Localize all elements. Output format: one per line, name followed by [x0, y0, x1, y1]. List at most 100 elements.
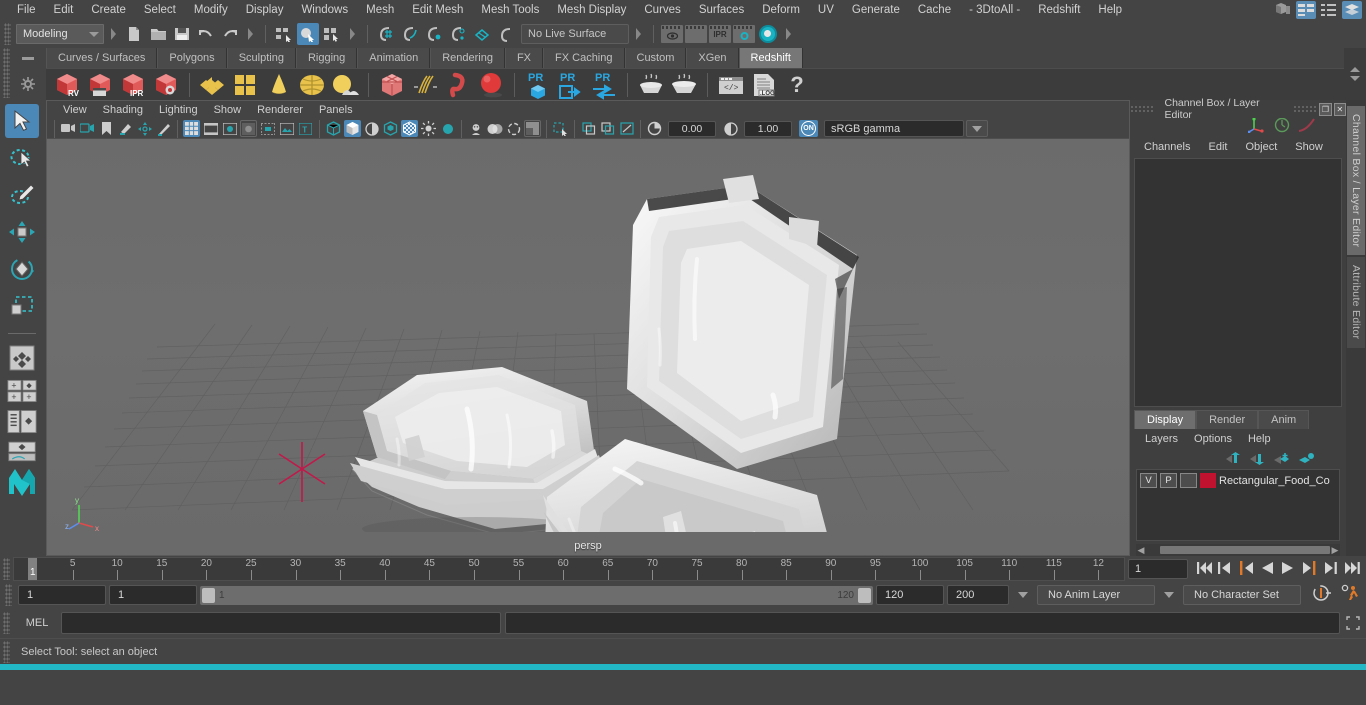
- redshift-bake-set-icon[interactable]: [669, 70, 699, 100]
- menu-item-3dtoall[interactable]: - 3DtoAll -: [960, 2, 1029, 18]
- expand-script-editor-icon[interactable]: [1340, 616, 1366, 630]
- restore-panel-icon[interactable]: ❐: [1319, 102, 1332, 116]
- new-scene-icon[interactable]: [123, 23, 145, 45]
- chevron-up-icon[interactable]: [1350, 67, 1360, 72]
- menu-item-cache[interactable]: Cache: [909, 2, 960, 18]
- menu-item-create[interactable]: Create: [82, 2, 135, 18]
- rotate-tool-icon[interactable]: [5, 252, 39, 286]
- layer-visibility-toggle[interactable]: V: [1140, 473, 1157, 488]
- menu-item-select[interactable]: Select: [135, 2, 185, 18]
- shelf-tab-sculpting[interactable]: Sculpting: [226, 48, 296, 68]
- animation-preferences-icon[interactable]: [1340, 584, 1360, 607]
- side-tab-attribute-editor[interactable]: Attribute Editor: [1347, 257, 1365, 348]
- channel-menu-edit[interactable]: Edit: [1200, 139, 1235, 155]
- new-layer-icon[interactable]: [1273, 452, 1289, 464]
- xray-joints-icon[interactable]: [580, 120, 597, 137]
- gamma-value-field[interactable]: 1.00: [744, 120, 792, 137]
- scale-tool-icon[interactable]: [5, 289, 39, 323]
- save-scene-icon[interactable]: [171, 23, 193, 45]
- shelf-tab-custom[interactable]: Custom: [624, 48, 687, 68]
- paint-select-tool-icon[interactable]: [5, 178, 39, 212]
- two-d-pan-zoom-icon[interactable]: [136, 120, 153, 137]
- range-start-handle[interactable]: [202, 587, 215, 603]
- statusline-grip[interactable]: [4, 23, 11, 45]
- select-hierarchy-icon[interactable]: [273, 23, 295, 45]
- step-forward-keyframe-icon[interactable]: [1323, 561, 1339, 577]
- layer-list-scrollbar[interactable]: ◀ ▶: [1136, 544, 1340, 556]
- play-forwards-icon[interactable]: [1281, 561, 1297, 577]
- panel-grip-right[interactable]: [1292, 104, 1318, 114]
- command-language-label[interactable]: MEL: [13, 617, 61, 629]
- menu-item-curves[interactable]: Curves: [635, 2, 689, 18]
- command-result-field[interactable]: [505, 612, 1340, 634]
- channel-menu-show[interactable]: Show: [1287, 139, 1331, 155]
- make-live-icon[interactable]: [495, 23, 517, 45]
- layer-playback-toggle[interactable]: P: [1160, 473, 1177, 488]
- textured-icon[interactable]: [382, 120, 399, 137]
- display-textures-icon[interactable]: [618, 120, 635, 137]
- viewport-menu-lighting[interactable]: Lighting: [151, 103, 206, 117]
- render-sequence-icon[interactable]: [685, 23, 707, 45]
- lasso-select-tool-icon[interactable]: [5, 141, 39, 175]
- select-camera-icon[interactable]: [60, 120, 77, 137]
- perspective-viewport[interactable]: y z x persp: [47, 139, 1129, 555]
- move-layer-up-icon[interactable]: [1225, 452, 1240, 464]
- redshift-matte-icon[interactable]: [231, 70, 261, 100]
- menu-item-edit[interactable]: Edit: [45, 2, 83, 18]
- move-tool-icon[interactable]: [5, 215, 39, 249]
- anim-layer-dropdown[interactable]: No Anim Layer: [1037, 585, 1155, 605]
- layer-tab-display[interactable]: Display: [1134, 410, 1197, 429]
- isolate-select-icon[interactable]: [524, 120, 541, 137]
- layer-shading-toggle[interactable]: [1180, 473, 1197, 488]
- layer-list[interactable]: V P Rectangular_Food_Co: [1136, 469, 1340, 541]
- layer-row[interactable]: V P Rectangular_Food_Co: [1140, 473, 1336, 488]
- menu-item-mesh[interactable]: Mesh: [357, 2, 403, 18]
- layer-tab-anim[interactable]: Anim: [1258, 410, 1310, 429]
- redshift-hair-icon[interactable]: [410, 70, 440, 100]
- statusline-divider-5[interactable]: [784, 25, 793, 43]
- hypershade-icon[interactable]: [757, 23, 779, 45]
- redshift-light-portal-icon[interactable]: [330, 70, 360, 100]
- last-tool-used-icon[interactable]: [5, 341, 39, 375]
- menu-set-dropdown[interactable]: Modeling: [16, 24, 104, 44]
- range-slider-grip[interactable]: [5, 584, 12, 606]
- playback-start-time-field[interactable]: 1: [109, 585, 197, 605]
- playback-end-time-field[interactable]: 120: [876, 585, 944, 605]
- outliner-icon[interactable]: [1319, 1, 1339, 19]
- step-forward-frame-icon[interactable]: [1302, 561, 1318, 577]
- shaded-wire-icon[interactable]: [363, 120, 380, 137]
- gate-mask-icon[interactable]: [240, 120, 257, 137]
- scrollbar-thumb[interactable]: [1160, 546, 1330, 554]
- menu-item-surfaces[interactable]: Surfaces: [690, 2, 753, 18]
- statusline-divider-1[interactable]: [109, 25, 118, 43]
- attribute-editor-icon[interactable]: [1296, 1, 1316, 19]
- grease-pencil-icon[interactable]: [155, 120, 172, 137]
- command-input-field[interactable]: [61, 612, 502, 634]
- multisample-icon[interactable]: [486, 120, 503, 137]
- layer-tab-render[interactable]: Render: [1196, 410, 1259, 429]
- grid-toggle-icon[interactable]: [183, 120, 200, 137]
- shelf-tab-redshift[interactable]: Redshift: [738, 48, 803, 68]
- redshift-pr-cube-icon[interactable]: PR: [523, 70, 553, 100]
- ipr-render-icon[interactable]: IPR: [709, 23, 731, 45]
- layer-menu-layers[interactable]: Layers: [1138, 432, 1185, 446]
- snap-point-icon[interactable]: [423, 23, 445, 45]
- scroll-left-arrow-icon[interactable]: ◀: [1136, 545, 1146, 556]
- open-scene-icon[interactable]: [147, 23, 169, 45]
- side-tab-channel-box[interactable]: Channel Box / Layer Editor: [1347, 106, 1365, 256]
- menu-item-windows[interactable]: Windows: [292, 2, 357, 18]
- step-back-frame-icon[interactable]: [1239, 561, 1255, 577]
- time-slider-grip[interactable]: [3, 558, 10, 580]
- shelf-tab-polygons[interactable]: Polygons: [157, 48, 227, 68]
- shelf-tab-fx-caching[interactable]: FX Caching: [543, 48, 625, 68]
- redo-icon[interactable]: [219, 23, 241, 45]
- viewport-menu-show[interactable]: Show: [206, 103, 250, 117]
- redshift-volume-icon[interactable]: [377, 70, 407, 100]
- animation-end-time-field[interactable]: 200: [947, 585, 1009, 605]
- quick-layout-graph-icon[interactable]: [7, 440, 37, 462]
- smooth-shade-icon[interactable]: [344, 120, 361, 137]
- statusline-divider-4[interactable]: [634, 25, 643, 43]
- channel-menu-channels[interactable]: Channels: [1136, 139, 1198, 155]
- snap-view-plane-icon[interactable]: [471, 23, 493, 45]
- color-management-dropdown[interactable]: sRGB gamma: [824, 120, 964, 137]
